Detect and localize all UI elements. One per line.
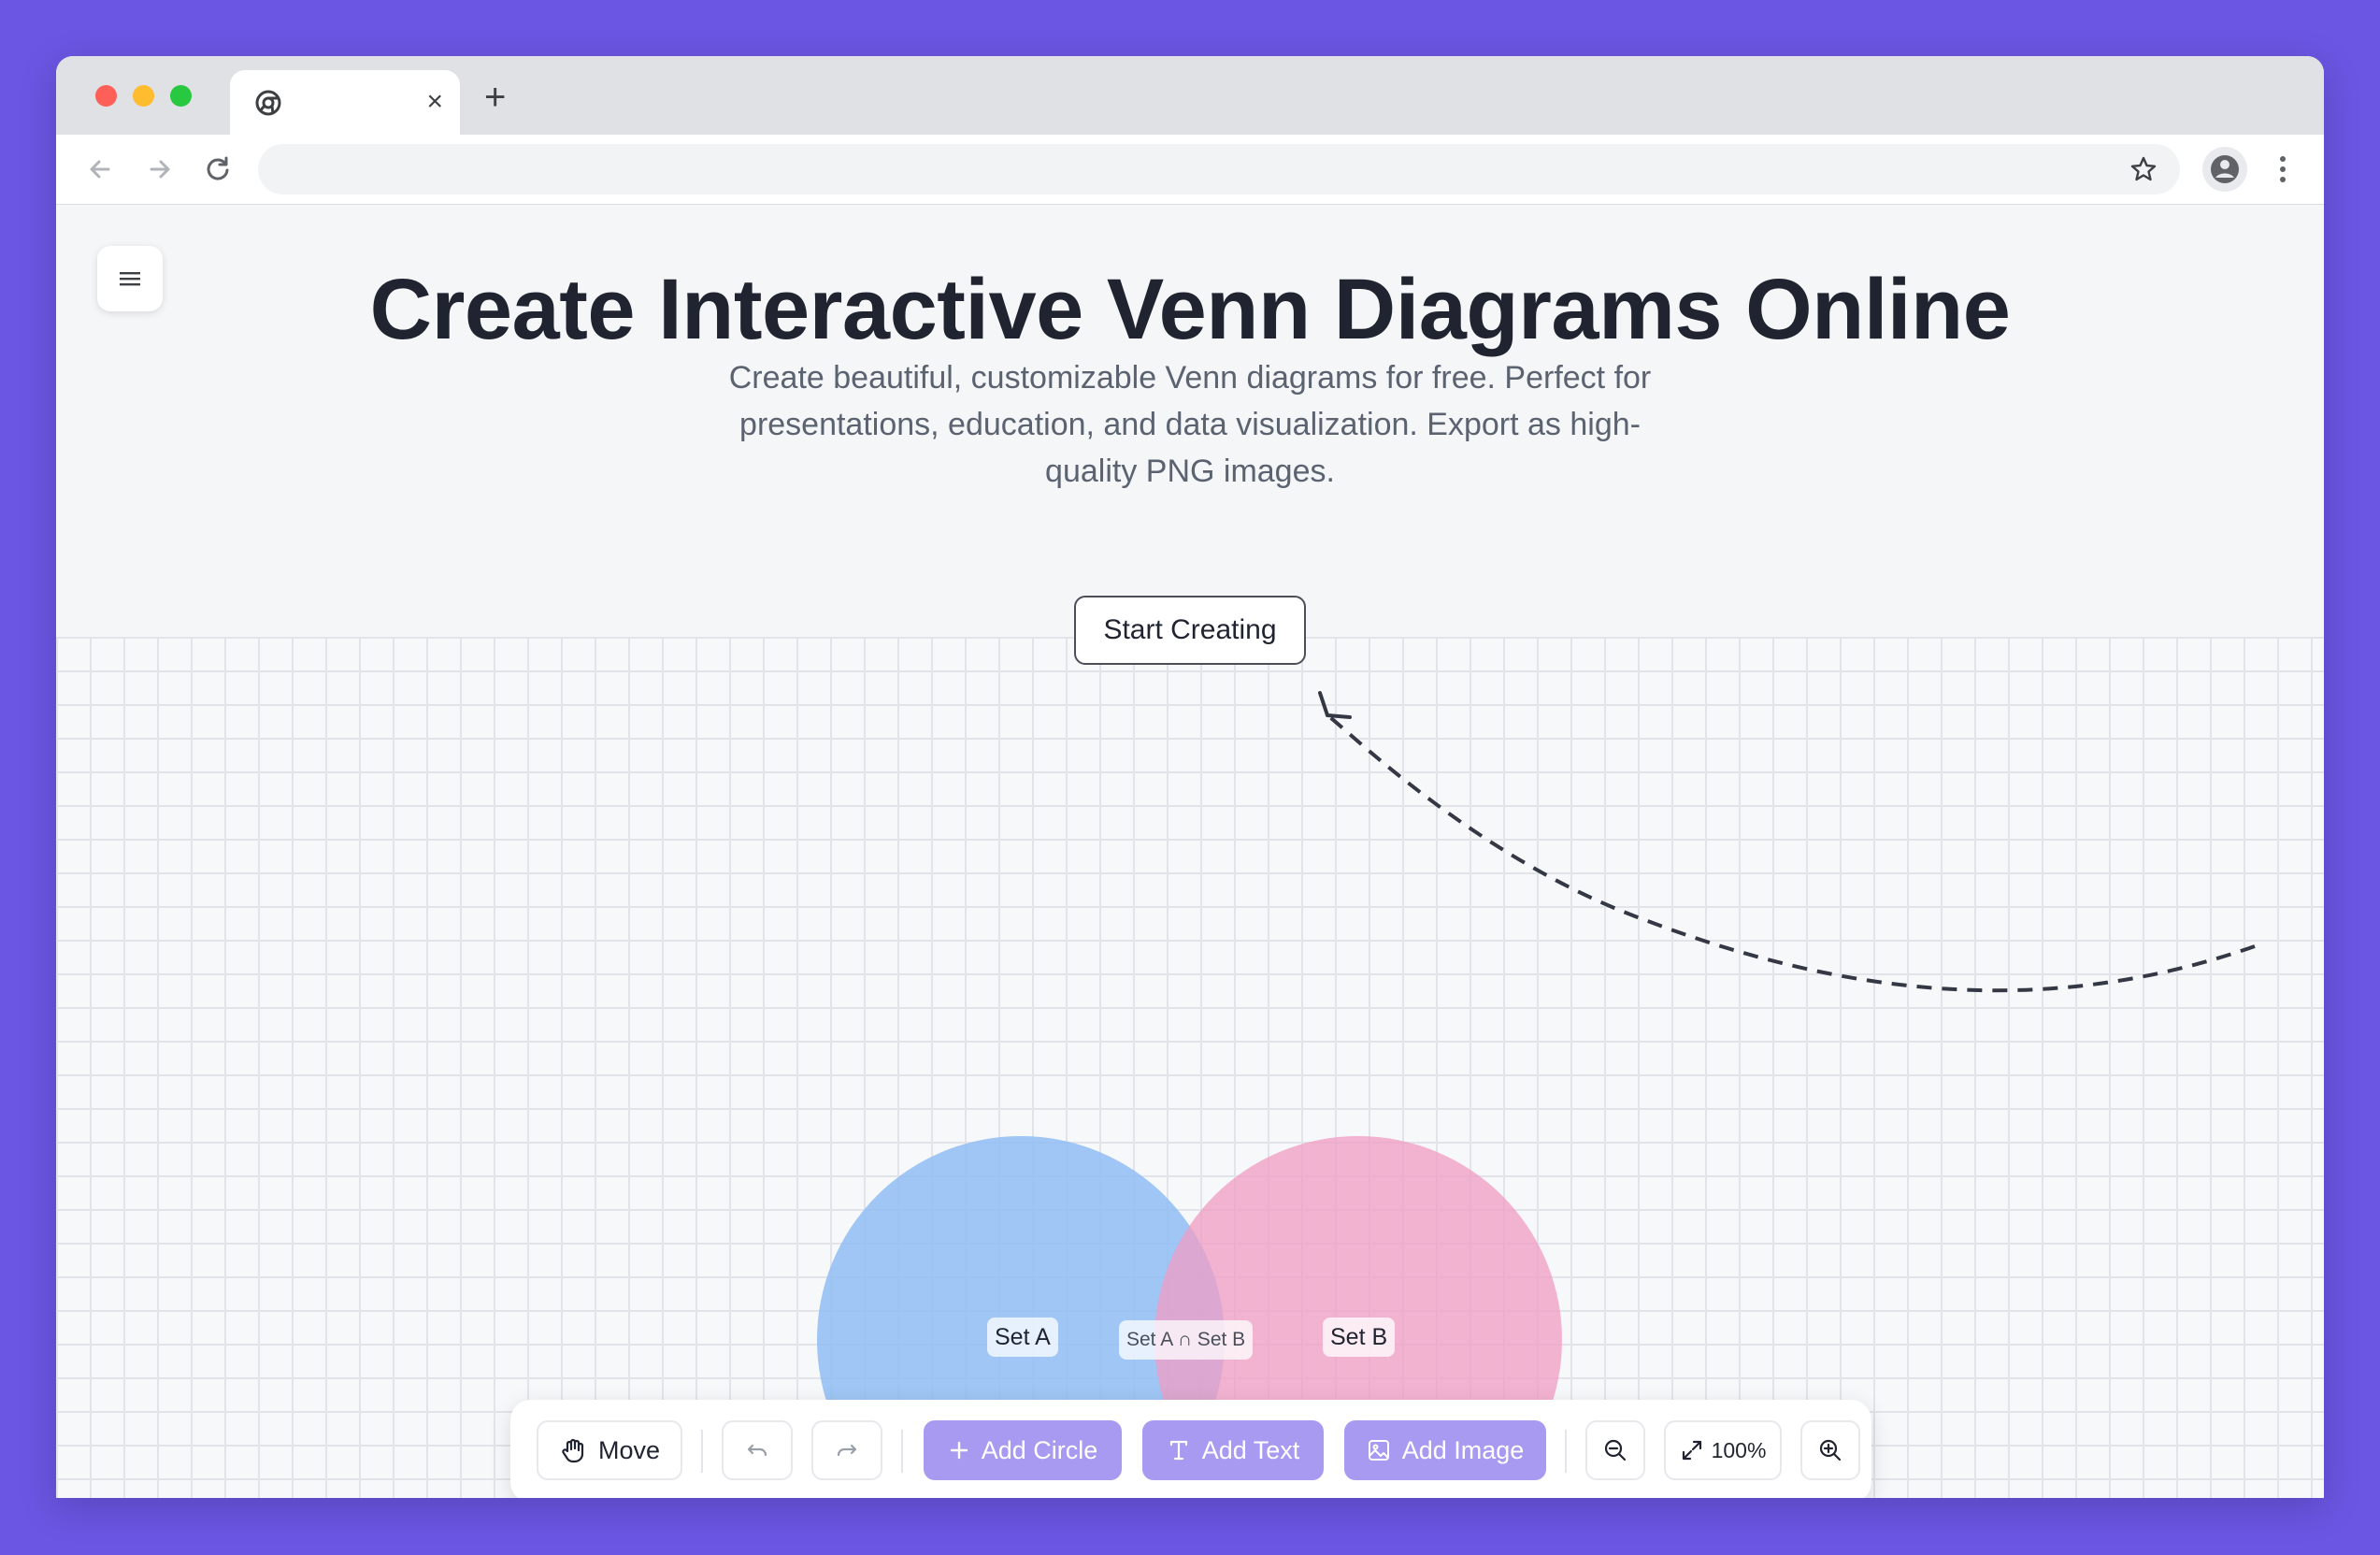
add-image-label: Add Image xyxy=(1401,1435,1525,1464)
undo-button[interactable] xyxy=(722,1420,793,1480)
profile-icon[interactable] xyxy=(2202,147,2247,192)
forward-icon[interactable] xyxy=(142,151,178,187)
hand-icon xyxy=(562,1438,584,1463)
browser-tab[interactable]: × xyxy=(230,70,460,135)
image-icon xyxy=(1368,1440,1389,1461)
browser-window: × + Create Interactive Venn Diagrams Onl… xyxy=(56,56,2324,1498)
add-text-button[interactable]: Add Text xyxy=(1142,1420,1324,1480)
tab-strip: × + xyxy=(56,56,2324,135)
add-circle-button[interactable]: Add Circle xyxy=(924,1420,1122,1480)
separator xyxy=(1565,1430,1567,1473)
set-b-label[interactable]: Set B xyxy=(1323,1317,1396,1357)
star-icon[interactable] xyxy=(2129,155,2158,183)
move-label: Move xyxy=(597,1435,661,1464)
more-menu-icon[interactable] xyxy=(2277,151,2288,187)
move-button[interactable]: Move xyxy=(537,1420,682,1480)
reload-icon[interactable] xyxy=(200,151,236,187)
plus-icon xyxy=(950,1441,968,1460)
intersection-label[interactable]: Set A ∩ Set B xyxy=(1119,1320,1254,1360)
undo-icon xyxy=(747,1444,767,1457)
zoom-in-icon xyxy=(1819,1439,1842,1461)
zoom-in-button[interactable] xyxy=(1800,1420,1860,1480)
add-text-label: Add Text xyxy=(1201,1435,1300,1464)
back-icon[interactable] xyxy=(82,151,118,187)
fit-expand-icon xyxy=(1682,1440,1701,1461)
add-image-button[interactable]: Add Image xyxy=(1344,1420,1546,1480)
chrome-icon xyxy=(255,90,281,116)
minimize-window-button[interactable] xyxy=(133,85,154,107)
zoom-out-button[interactable] xyxy=(1585,1420,1645,1480)
separator xyxy=(701,1430,703,1473)
set-a-label[interactable]: Set A xyxy=(987,1317,1058,1357)
redo-icon xyxy=(837,1444,857,1457)
tab-close-icon[interactable]: × xyxy=(426,86,443,118)
zoom-level: 100% xyxy=(1711,1437,1767,1462)
separator xyxy=(901,1430,903,1473)
zoom-fit-button[interactable]: 100% xyxy=(1664,1420,1782,1480)
zoom-out-icon xyxy=(1604,1439,1627,1461)
address-bar[interactable] xyxy=(258,144,2180,194)
redo-button[interactable] xyxy=(811,1420,882,1480)
page-content: Create Interactive Venn Diagrams Online … xyxy=(56,205,2324,1498)
bottom-toolbar: Move Add Circle Add Text Add Image 100% xyxy=(510,1400,1871,1498)
close-window-button[interactable] xyxy=(95,85,117,107)
new-tab-button[interactable]: + xyxy=(484,79,506,116)
browser-toolbar xyxy=(56,135,2324,205)
venn-diagram xyxy=(817,1136,1562,1498)
text-icon xyxy=(1169,1440,1187,1461)
maximize-window-button[interactable] xyxy=(170,85,192,107)
add-circle-label: Add Circle xyxy=(981,1435,1098,1464)
